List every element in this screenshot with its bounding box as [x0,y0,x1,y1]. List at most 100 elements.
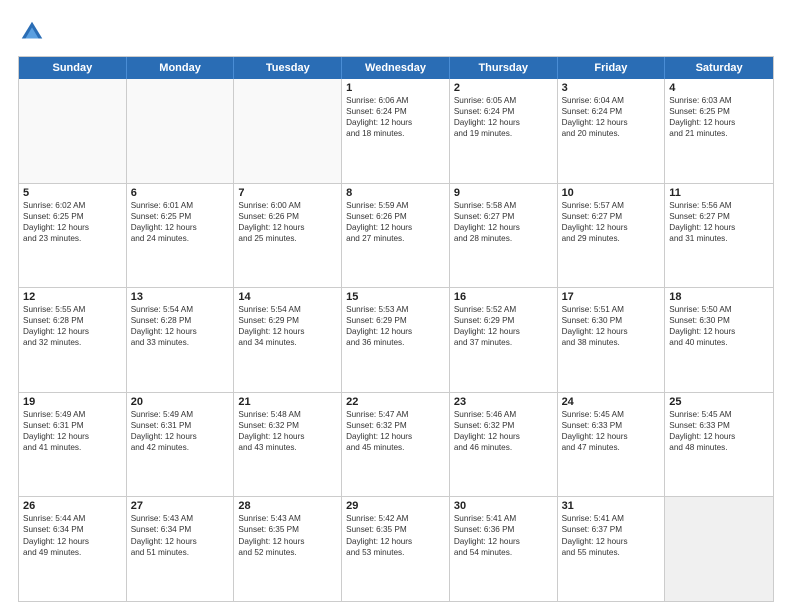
day-info: Sunrise: 5:53 AM Sunset: 6:29 PM Dayligh… [346,304,445,348]
calendar-day-10: 10Sunrise: 5:57 AM Sunset: 6:27 PM Dayli… [558,184,666,288]
day-number: 17 [562,291,661,303]
day-info: Sunrise: 5:43 AM Sunset: 6:35 PM Dayligh… [238,513,337,557]
calendar-day-6: 6Sunrise: 6:01 AM Sunset: 6:25 PM Daylig… [127,184,235,288]
day-info: Sunrise: 5:55 AM Sunset: 6:28 PM Dayligh… [23,304,122,348]
weekday-header: Monday [127,57,235,79]
weekday-header: Tuesday [234,57,342,79]
day-number: 20 [131,396,230,408]
day-info: Sunrise: 6:06 AM Sunset: 6:24 PM Dayligh… [346,95,445,139]
calendar-page: SundayMondayTuesdayWednesdayThursdayFrid… [0,0,792,612]
day-number: 22 [346,396,445,408]
calendar-day-11: 11Sunrise: 5:56 AM Sunset: 6:27 PM Dayli… [665,184,773,288]
day-info: Sunrise: 5:49 AM Sunset: 6:31 PM Dayligh… [131,409,230,453]
day-number: 23 [454,396,553,408]
calendar-row: 26Sunrise: 5:44 AM Sunset: 6:34 PM Dayli… [19,497,773,601]
weekday-header: Saturday [665,57,773,79]
calendar-empty-cell [234,79,342,183]
logo-icon [18,18,46,46]
day-info: Sunrise: 5:54 AM Sunset: 6:28 PM Dayligh… [131,304,230,348]
day-number: 11 [669,187,769,199]
day-number: 13 [131,291,230,303]
calendar-day-23: 23Sunrise: 5:46 AM Sunset: 6:32 PM Dayli… [450,393,558,497]
calendar: SundayMondayTuesdayWednesdayThursdayFrid… [18,56,774,602]
calendar-day-3: 3Sunrise: 6:04 AM Sunset: 6:24 PM Daylig… [558,79,666,183]
day-info: Sunrise: 5:52 AM Sunset: 6:29 PM Dayligh… [454,304,553,348]
day-number: 5 [23,187,122,199]
day-number: 19 [23,396,122,408]
calendar-empty-cell [665,497,773,601]
day-info: Sunrise: 5:56 AM Sunset: 6:27 PM Dayligh… [669,200,769,244]
day-number: 25 [669,396,769,408]
day-info: Sunrise: 5:46 AM Sunset: 6:32 PM Dayligh… [454,409,553,453]
day-number: 1 [346,82,445,94]
calendar-day-12: 12Sunrise: 5:55 AM Sunset: 6:28 PM Dayli… [19,288,127,392]
calendar-empty-cell [19,79,127,183]
day-info: Sunrise: 5:54 AM Sunset: 6:29 PM Dayligh… [238,304,337,348]
day-number: 28 [238,500,337,512]
day-number: 16 [454,291,553,303]
calendar-day-7: 7Sunrise: 6:00 AM Sunset: 6:26 PM Daylig… [234,184,342,288]
calendar-day-4: 4Sunrise: 6:03 AM Sunset: 6:25 PM Daylig… [665,79,773,183]
day-info: Sunrise: 6:05 AM Sunset: 6:24 PM Dayligh… [454,95,553,139]
day-number: 2 [454,82,553,94]
calendar-day-5: 5Sunrise: 6:02 AM Sunset: 6:25 PM Daylig… [19,184,127,288]
calendar-row: 5Sunrise: 6:02 AM Sunset: 6:25 PM Daylig… [19,184,773,289]
day-info: Sunrise: 5:42 AM Sunset: 6:35 PM Dayligh… [346,513,445,557]
calendar-day-31: 31Sunrise: 5:41 AM Sunset: 6:37 PM Dayli… [558,497,666,601]
day-info: Sunrise: 5:44 AM Sunset: 6:34 PM Dayligh… [23,513,122,557]
calendar-day-26: 26Sunrise: 5:44 AM Sunset: 6:34 PM Dayli… [19,497,127,601]
calendar-day-24: 24Sunrise: 5:45 AM Sunset: 6:33 PM Dayli… [558,393,666,497]
day-number: 10 [562,187,661,199]
calendar-empty-cell [127,79,235,183]
day-info: Sunrise: 6:03 AM Sunset: 6:25 PM Dayligh… [669,95,769,139]
calendar-day-17: 17Sunrise: 5:51 AM Sunset: 6:30 PM Dayli… [558,288,666,392]
calendar-day-22: 22Sunrise: 5:47 AM Sunset: 6:32 PM Dayli… [342,393,450,497]
day-number: 31 [562,500,661,512]
calendar-day-15: 15Sunrise: 5:53 AM Sunset: 6:29 PM Dayli… [342,288,450,392]
day-info: Sunrise: 5:41 AM Sunset: 6:37 PM Dayligh… [562,513,661,557]
day-info: Sunrise: 5:49 AM Sunset: 6:31 PM Dayligh… [23,409,122,453]
calendar-day-28: 28Sunrise: 5:43 AM Sunset: 6:35 PM Dayli… [234,497,342,601]
calendar-row: 19Sunrise: 5:49 AM Sunset: 6:31 PM Dayli… [19,393,773,498]
day-number: 6 [131,187,230,199]
calendar-day-29: 29Sunrise: 5:42 AM Sunset: 6:35 PM Dayli… [342,497,450,601]
day-number: 29 [346,500,445,512]
calendar-day-30: 30Sunrise: 5:41 AM Sunset: 6:36 PM Dayli… [450,497,558,601]
calendar-day-18: 18Sunrise: 5:50 AM Sunset: 6:30 PM Dayli… [665,288,773,392]
day-info: Sunrise: 6:00 AM Sunset: 6:26 PM Dayligh… [238,200,337,244]
day-number: 30 [454,500,553,512]
calendar-header: SundayMondayTuesdayWednesdayThursdayFrid… [19,57,773,79]
calendar-day-21: 21Sunrise: 5:48 AM Sunset: 6:32 PM Dayli… [234,393,342,497]
calendar-day-9: 9Sunrise: 5:58 AM Sunset: 6:27 PM Daylig… [450,184,558,288]
calendar-day-20: 20Sunrise: 5:49 AM Sunset: 6:31 PM Dayli… [127,393,235,497]
calendar-day-2: 2Sunrise: 6:05 AM Sunset: 6:24 PM Daylig… [450,79,558,183]
day-info: Sunrise: 5:48 AM Sunset: 6:32 PM Dayligh… [238,409,337,453]
calendar-day-27: 27Sunrise: 5:43 AM Sunset: 6:34 PM Dayli… [127,497,235,601]
logo [18,18,50,46]
day-number: 14 [238,291,337,303]
weekday-header: Wednesday [342,57,450,79]
calendar-row: 12Sunrise: 5:55 AM Sunset: 6:28 PM Dayli… [19,288,773,393]
day-info: Sunrise: 5:50 AM Sunset: 6:30 PM Dayligh… [669,304,769,348]
day-info: Sunrise: 6:01 AM Sunset: 6:25 PM Dayligh… [131,200,230,244]
calendar-day-8: 8Sunrise: 5:59 AM Sunset: 6:26 PM Daylig… [342,184,450,288]
weekday-header: Sunday [19,57,127,79]
day-info: Sunrise: 5:45 AM Sunset: 6:33 PM Dayligh… [669,409,769,453]
calendar-day-13: 13Sunrise: 5:54 AM Sunset: 6:28 PM Dayli… [127,288,235,392]
day-number: 21 [238,396,337,408]
day-number: 4 [669,82,769,94]
day-number: 18 [669,291,769,303]
calendar-row: 1Sunrise: 6:06 AM Sunset: 6:24 PM Daylig… [19,79,773,184]
day-number: 3 [562,82,661,94]
page-header [18,18,774,46]
day-number: 26 [23,500,122,512]
day-number: 24 [562,396,661,408]
calendar-day-14: 14Sunrise: 5:54 AM Sunset: 6:29 PM Dayli… [234,288,342,392]
day-number: 27 [131,500,230,512]
calendar-day-25: 25Sunrise: 5:45 AM Sunset: 6:33 PM Dayli… [665,393,773,497]
day-number: 9 [454,187,553,199]
day-info: Sunrise: 5:47 AM Sunset: 6:32 PM Dayligh… [346,409,445,453]
day-info: Sunrise: 6:02 AM Sunset: 6:25 PM Dayligh… [23,200,122,244]
calendar-body: 1Sunrise: 6:06 AM Sunset: 6:24 PM Daylig… [19,79,773,601]
day-info: Sunrise: 5:59 AM Sunset: 6:26 PM Dayligh… [346,200,445,244]
